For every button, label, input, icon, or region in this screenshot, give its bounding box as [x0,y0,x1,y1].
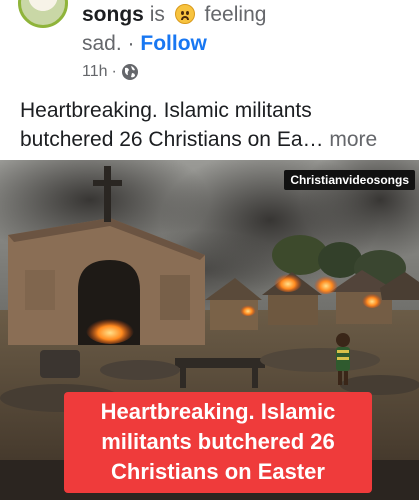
post-time[interactable]: 11h [82,62,108,82]
image-headline: Heartbreaking. Islamic militants butcher… [64,392,372,493]
headline-line: militants butchered 26 [101,429,335,454]
post-header: songs is feeling sad. · Follow 11h · [0,0,419,92]
sad-face-icon [174,4,195,24]
separator: · [127,32,135,55]
post-image[interactable]: Christianvideosongs Heartbreaking. Islam… [0,160,419,500]
feeling-value: sad. [82,32,122,55]
caption-text: Heartbreaking. Islamic militants butcher… [20,99,324,151]
see-more-link[interactable]: more [329,128,377,151]
watermark-label: Christianvideosongs [284,170,415,190]
post-caption: Heartbreaking. Islamic militants butcher… [20,96,410,154]
post-meta: 11h · [82,62,139,82]
headline-line: Heartbreaking. Islamic [100,399,336,424]
globe-icon [121,64,138,80]
author-row: songs is feeling [82,2,266,28]
feeling-follow-row: sad. · Follow [82,31,207,57]
headline-line: Christians on Easter [111,459,325,484]
author-name[interactable]: songs [82,3,144,26]
feeling-word: feeling [204,3,267,26]
page-avatar[interactable] [18,0,68,28]
feeling-prefix: is [149,3,165,26]
follow-button[interactable]: Follow [140,32,207,55]
meta-separator: · [111,63,117,80]
